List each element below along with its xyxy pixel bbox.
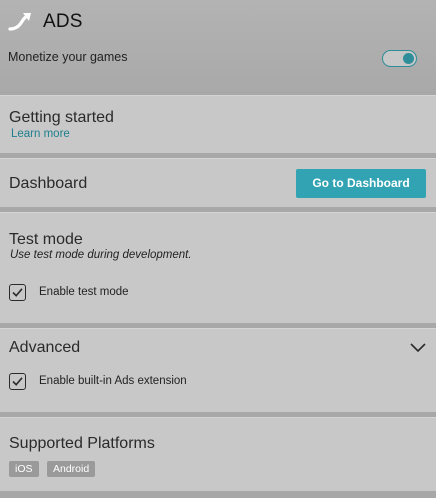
learn-more-link[interactable]: Learn more	[11, 128, 70, 140]
toggle-knob	[403, 52, 414, 64]
go-to-dashboard-button[interactable]: Go to Dashboard	[296, 169, 426, 198]
enable-test-mode-checkbox[interactable]	[9, 284, 26, 301]
ads-header: ADS Monetize your games	[0, 0, 436, 91]
getting-started-title: Getting started	[9, 109, 114, 126]
supported-platforms-section: Supported Platforms iOS Android	[0, 417, 436, 491]
platform-tag-android: Android	[47, 461, 96, 477]
test-mode-title: Test mode	[9, 231, 83, 248]
enable-ads-extension-checkbox[interactable]	[9, 373, 26, 390]
header-title: ADS	[43, 11, 83, 32]
dashboard-section: Dashboard Go to Dashboard	[0, 158, 436, 207]
arrow-swoosh-icon	[8, 13, 31, 31]
dashboard-title: Dashboard	[9, 175, 88, 192]
enable-ads-extension-label: Enable built-in Ads extension	[39, 375, 187, 387]
monetize-toggle[interactable]	[382, 50, 417, 67]
getting-started-section: Getting started Learn more	[0, 95, 436, 153]
advanced-title: Advanced	[9, 339, 81, 356]
test-mode-section: Test mode Use test mode during developme…	[0, 212, 436, 323]
header-subtitle: Monetize your games	[8, 50, 128, 64]
test-mode-note: Use test mode during development.	[10, 249, 192, 261]
chevron-down-icon[interactable]	[409, 341, 427, 353]
platform-tag-ios: iOS	[9, 461, 39, 477]
checkmark-icon	[12, 377, 23, 386]
enable-test-mode-label: Enable test mode	[39, 286, 129, 298]
advanced-section: Advanced Enable built-in Ads extension	[0, 328, 436, 412]
checkmark-icon	[12, 288, 23, 297]
supported-platforms-title: Supported Platforms	[9, 435, 155, 452]
